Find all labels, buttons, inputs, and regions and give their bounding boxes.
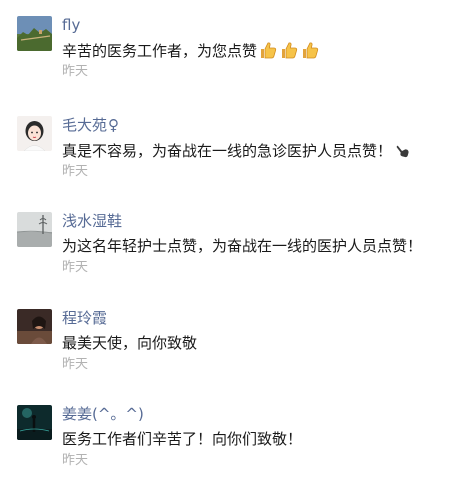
comment-text: 为这名年轻护士点赞，为奋战在一线的医护人员点赞！ — [62, 237, 423, 255]
comment-text-body: 辛苦的医务工作者，为您点赞 — [62, 42, 258, 60]
thumbs-up-icon — [300, 40, 320, 65]
commenter-name[interactable]: 浅水湿鞋 — [62, 212, 122, 230]
pointing-hand-icon — [393, 140, 413, 165]
commenter-name[interactable]: 程玲霞 — [62, 309, 107, 327]
misty-scenery-avatar-icon — [17, 212, 52, 247]
comment-text-body: 真是不容易，为奋战在一线的急诊医护人员点赞！ — [62, 142, 393, 160]
comment-time: 昨天 — [62, 164, 89, 179]
cartoon-girl-avatar-icon — [17, 116, 52, 151]
commenter-name[interactable]: 毛大苑♀ — [62, 116, 119, 134]
comment-time: 昨天 — [62, 64, 89, 79]
commenter-name[interactable]: 姜姜(^。^) — [62, 405, 144, 423]
comment-time: 昨天 — [62, 453, 89, 468]
comment-text: 医务工作者们辛苦了！向你们致敬！ — [62, 430, 303, 448]
female-symbol: ♀ — [108, 116, 120, 134]
thumbs-up-icon — [258, 40, 278, 65]
comment-text: 辛苦的医务工作者，为您点赞 — [62, 40, 320, 65]
commenter-name-text: 毛大苑 — [62, 116, 108, 134]
comment-time: 昨天 — [62, 260, 89, 275]
comment-text: 真是不容易，为奋战在一线的急诊医护人员点赞！ — [62, 140, 413, 165]
avatar[interactable] — [17, 16, 52, 51]
portrait-avatar-icon — [17, 309, 52, 344]
avatar[interactable] — [17, 116, 52, 151]
thumbs-up-icon — [279, 40, 299, 65]
avatar[interactable] — [17, 212, 52, 247]
avatar[interactable] — [17, 309, 52, 344]
comment-text: 最美天使，向你致敬 — [62, 334, 198, 352]
landscape-avatar-icon — [17, 16, 52, 51]
comment-time: 昨天 — [62, 357, 89, 372]
commenter-name[interactable]: fly — [62, 16, 80, 34]
comment-list-page: { "comments": [ { "name": "fly", "text":… — [0, 0, 458, 481]
night-scene-avatar-icon — [17, 405, 52, 440]
avatar[interactable] — [17, 405, 52, 440]
